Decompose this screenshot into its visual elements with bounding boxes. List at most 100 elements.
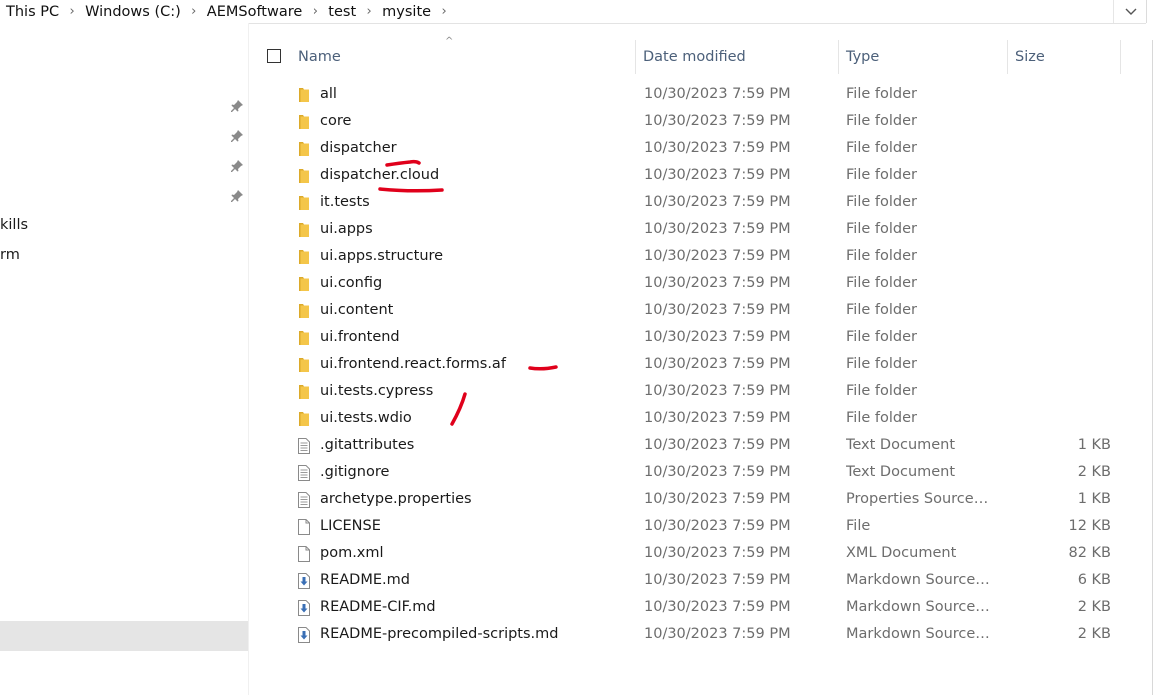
pane-divider[interactable] — [248, 23, 249, 695]
pin-icon[interactable] — [230, 99, 244, 113]
file-date-modified: 10/30/2023 7:59 PM — [644, 194, 791, 210]
markdown-file-icon — [296, 600, 312, 616]
file-type: File folder — [846, 356, 917, 372]
folder-icon — [296, 114, 312, 130]
file-type: Properties Source… — [846, 491, 989, 507]
file-date-modified: 10/30/2023 7:59 PM — [644, 140, 791, 156]
pin-icon[interactable] — [230, 189, 244, 203]
column-header-size[interactable]: Size — [1015, 40, 1119, 74]
file-row[interactable]: ui.frontend 10/30/2023 7:59 PM File folder — [290, 325, 1120, 352]
file-name: dispatcher.cloud — [320, 167, 440, 183]
file-row[interactable]: dispatcher 10/30/2023 7:59 PM File folder — [290, 136, 1120, 163]
breadcrumb-mysite[interactable]: mysite — [380, 4, 433, 20]
file-type: File folder — [846, 194, 917, 210]
file-row[interactable]: ui.apps 10/30/2023 7:59 PM File folder — [290, 217, 1120, 244]
pin-icon[interactable] — [230, 129, 244, 143]
blank-file-icon — [296, 546, 312, 562]
file-name: ui.config — [320, 275, 383, 291]
column-header-name-label: Name — [298, 49, 341, 65]
file-row[interactable]: ui.tests.wdio 10/30/2023 7:59 PM File fold… — [290, 406, 1120, 433]
file-row[interactable]: dispatcher.cloud 10/30/2023 7:59 PM File f… — [290, 163, 1120, 190]
file-date-modified: 10/30/2023 7:59 PM — [644, 221, 791, 237]
nav-item-quick-access-2[interactable]: rm — [0, 247, 20, 263]
chevron-down-icon — [1125, 8, 1136, 15]
file-date-modified: 10/30/2023 7:59 PM — [644, 545, 791, 561]
file-date-modified: 10/30/2023 7:59 PM — [644, 248, 791, 264]
navigation-pane: kills rm — [0, 23, 248, 695]
column-header-size-label: Size — [1015, 49, 1045, 65]
file-row[interactable]: ui.config 10/30/2023 7:59 PM File folder — [290, 271, 1120, 298]
file-type: Markdown Source… — [846, 626, 990, 642]
column-separator[interactable] — [1007, 40, 1008, 74]
folder-icon — [296, 411, 312, 427]
file-type: File folder — [846, 221, 917, 237]
column-separator[interactable] — [635, 40, 636, 74]
text-file-icon — [296, 492, 312, 508]
file-name: ui.apps — [320, 221, 373, 237]
breadcrumb-windows-c[interactable]: Windows (C:) — [83, 4, 183, 20]
chevron-right-icon[interactable]: › — [358, 4, 380, 19]
chevron-right-icon[interactable]: › — [304, 4, 326, 19]
file-size: 1 KB — [1077, 437, 1111, 453]
file-explorer-window: This PC › Windows (C:) › AEMSoftware › t… — [0, 0, 1173, 695]
nav-item-quick-access-1[interactable]: kills — [0, 217, 28, 233]
file-date-modified: 10/30/2023 7:59 PM — [644, 275, 791, 291]
chevron-right-icon[interactable]: › — [183, 4, 205, 19]
file-date-modified: 10/30/2023 7:59 PM — [644, 302, 791, 318]
file-name: ui.content — [320, 302, 394, 318]
file-date-modified: 10/30/2023 7:59 PM — [644, 626, 791, 642]
folder-icon — [296, 303, 312, 319]
folder-icon — [296, 249, 312, 265]
chevron-right-icon[interactable]: › — [61, 4, 83, 19]
breadcrumb-aemsoftware[interactable]: AEMSoftware — [205, 4, 305, 20]
file-row[interactable]: .gitignore 10/30/2023 7:59 PM Text Documen… — [290, 460, 1120, 487]
file-date-modified: 10/30/2023 7:59 PM — [644, 86, 791, 102]
column-separator[interactable] — [838, 40, 839, 74]
address-bar[interactable]: This PC › Windows (C:) › AEMSoftware › t… — [0, 0, 1146, 24]
file-row[interactable]: README-precompiled-scripts.md 10/30/2023 … — [290, 622, 1120, 649]
column-header-date[interactable]: Date modified — [643, 40, 837, 74]
file-row[interactable]: ui.content 10/30/2023 7:59 PM File folder — [290, 298, 1120, 325]
file-row[interactable]: pom.xml 10/30/2023 7:59 PM XML Document 82 … — [290, 541, 1120, 568]
file-row[interactable]: all 10/30/2023 7:59 PM File folder — [290, 82, 1120, 109]
file-name: README.md — [320, 572, 410, 588]
file-name: .gitignore — [320, 464, 390, 480]
nav-item-selected[interactable] — [0, 621, 248, 651]
column-header-type[interactable]: Type — [846, 40, 1006, 74]
pin-icon[interactable] — [230, 159, 244, 173]
file-row[interactable]: ui.apps.structure 10/30/2023 7:59 PM File … — [290, 244, 1120, 271]
file-name: ui.frontend.react.forms.af — [320, 356, 506, 372]
file-type: File folder — [846, 302, 917, 318]
chevron-right-icon[interactable]: › — [433, 4, 455, 19]
file-row[interactable]: core 10/30/2023 7:59 PM File folder — [290, 109, 1120, 136]
blank-file-icon — [296, 519, 312, 535]
file-row[interactable]: ui.frontend.react.forms.af 10/30/2023 7:5… — [290, 352, 1120, 379]
breadcrumb-test[interactable]: test — [326, 4, 358, 20]
select-all-checkbox[interactable] — [267, 49, 281, 63]
file-row[interactable]: LICENSE 10/30/2023 7:59 PM File 12 KB — [290, 514, 1120, 541]
address-history-dropdown[interactable] — [1113, 0, 1147, 23]
file-type: Markdown Source… — [846, 599, 990, 615]
file-row[interactable]: archetype.properties 10/30/2023 7:59 PM Pr… — [290, 487, 1120, 514]
file-date-modified: 10/30/2023 7:59 PM — [644, 491, 791, 507]
folder-icon — [296, 384, 312, 400]
file-size: 82 KB — [1068, 545, 1111, 561]
file-date-modified: 10/30/2023 7:59 PM — [644, 383, 791, 399]
file-row[interactable]: README.md 10/30/2023 7:59 PM Markdown Sour… — [290, 568, 1120, 595]
file-row[interactable]: .gitattributes 10/30/2023 7:59 PM Text Doc… — [290, 433, 1120, 460]
file-row[interactable]: README-CIF.md 10/30/2023 7:59 PM Markdown … — [290, 595, 1120, 622]
file-date-modified: 10/30/2023 7:59 PM — [644, 356, 791, 372]
folder-icon — [296, 222, 312, 238]
file-name: ui.tests.cypress — [320, 383, 434, 399]
column-header-name[interactable]: Name — [298, 40, 634, 74]
breadcrumb-this-pc[interactable]: This PC — [0, 4, 61, 20]
folder-icon — [296, 357, 312, 373]
column-separator[interactable] — [1120, 40, 1121, 74]
file-name: ui.frontend — [320, 329, 400, 345]
file-type: File folder — [846, 383, 917, 399]
folder-icon — [296, 87, 312, 103]
file-row[interactable]: ui.tests.cypress 10/30/2023 7:59 PM File f… — [290, 379, 1120, 406]
file-name: all — [320, 86, 337, 102]
file-row[interactable]: it.tests 10/30/2023 7:59 PM File folder — [290, 190, 1120, 217]
folder-icon — [296, 195, 312, 211]
